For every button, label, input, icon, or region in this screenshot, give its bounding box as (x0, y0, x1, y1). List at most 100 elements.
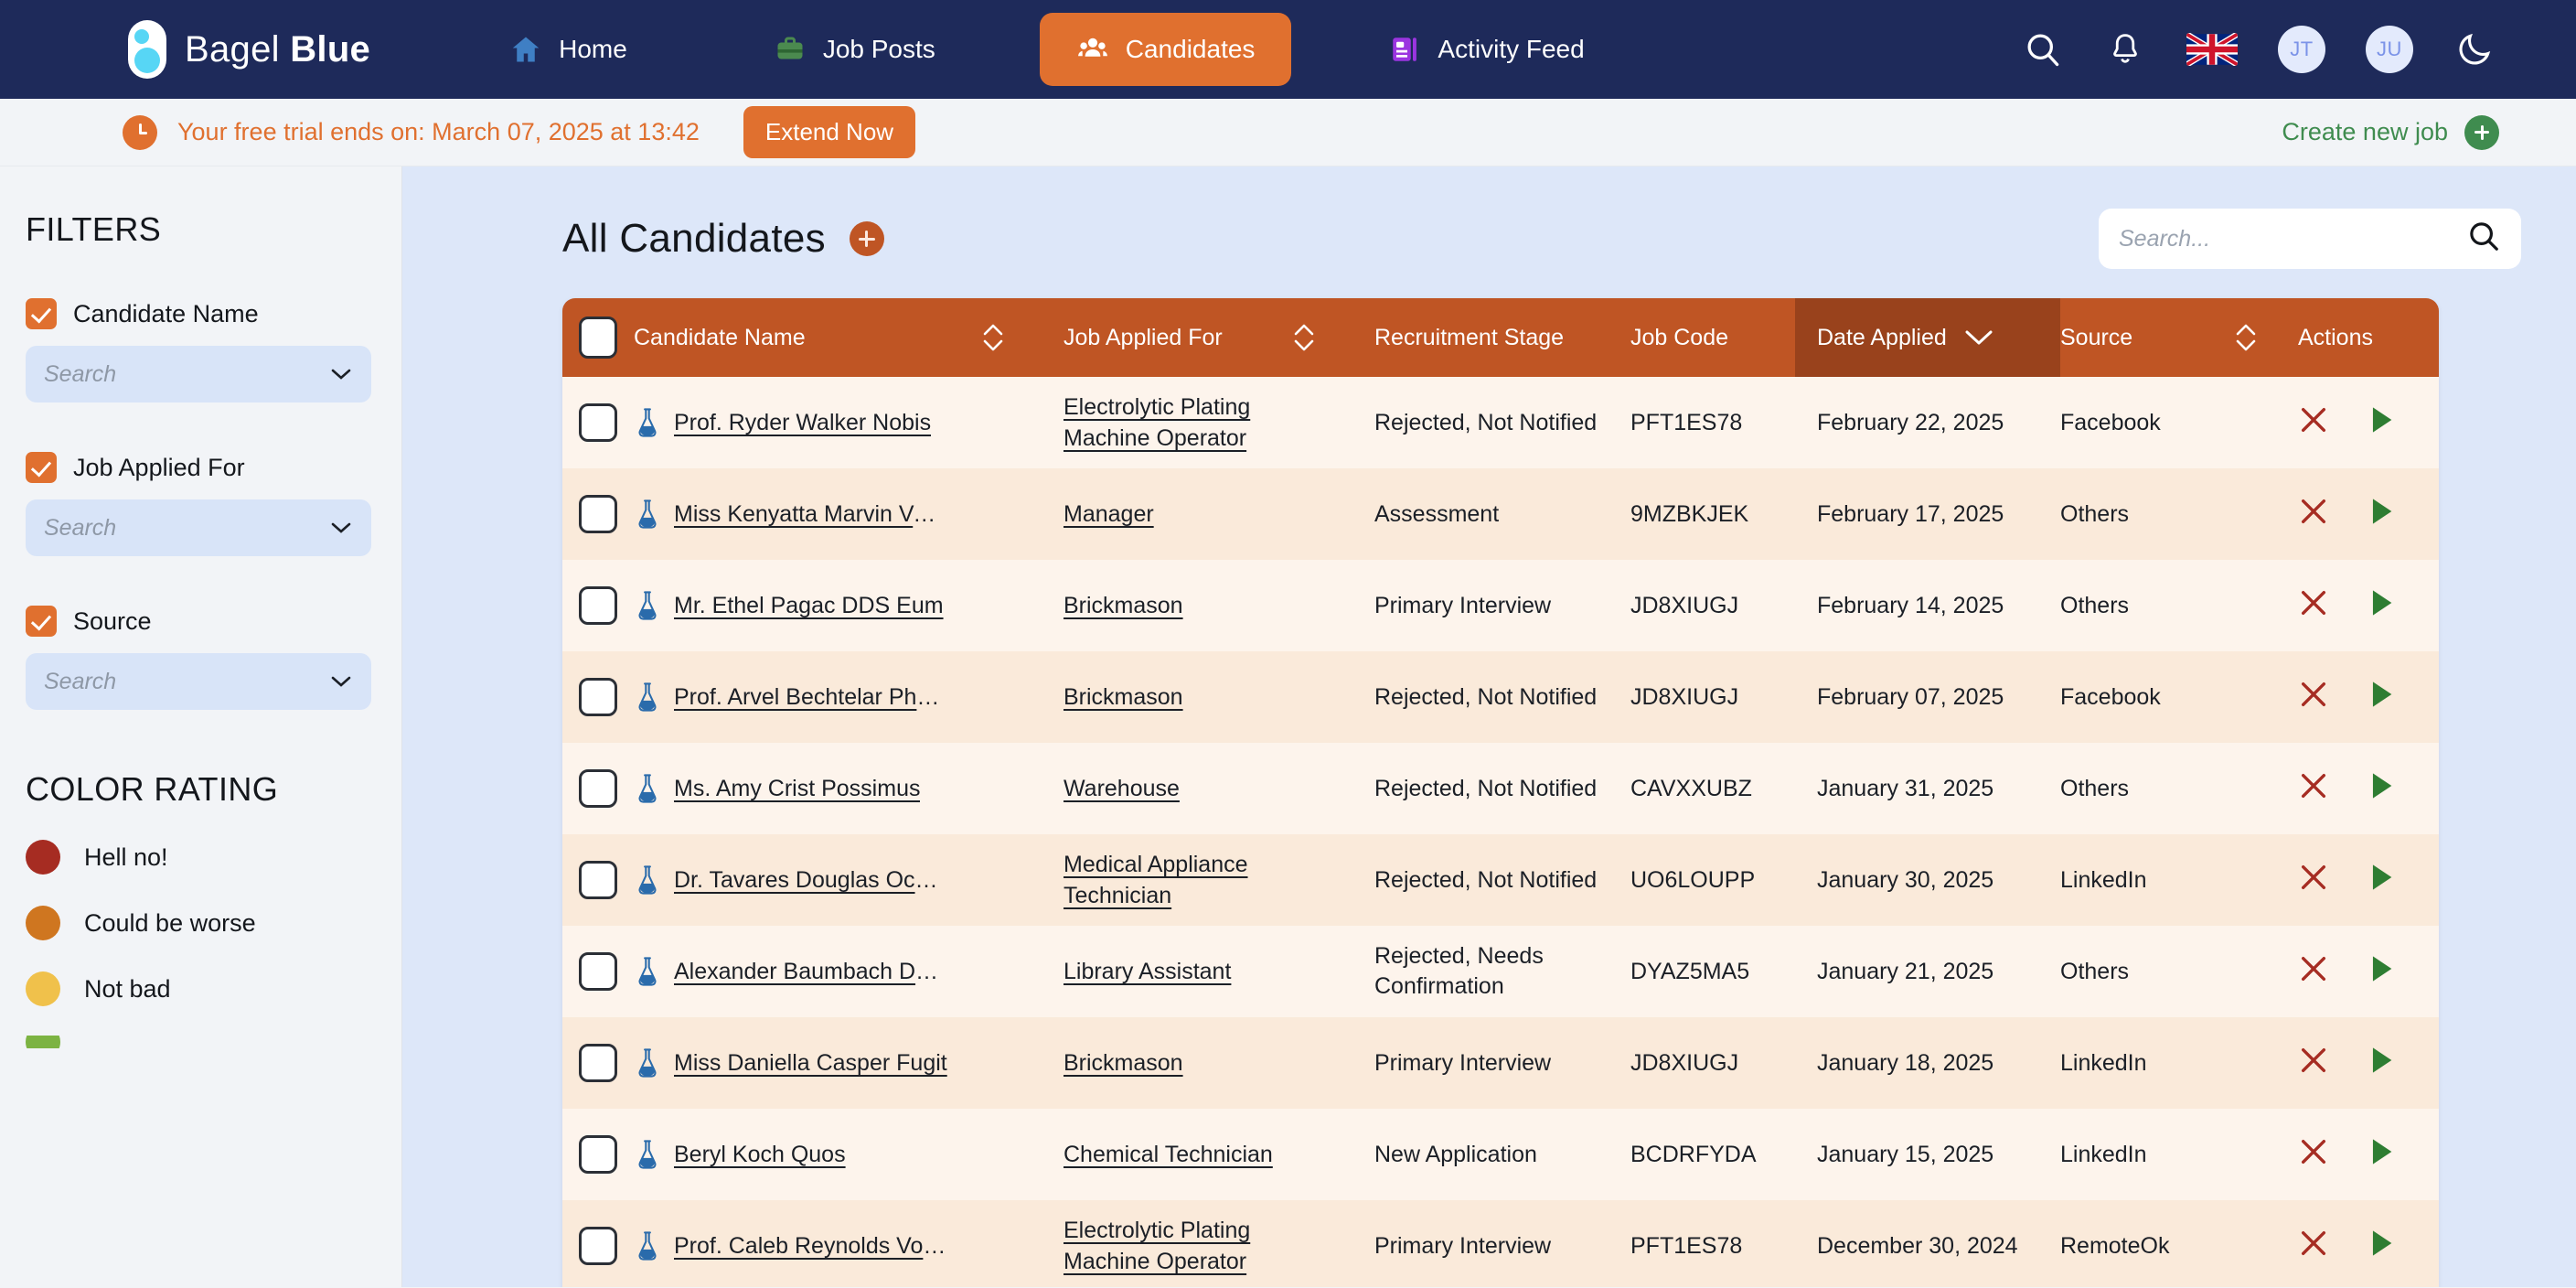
candidate-name-link[interactable]: Beryl Koch Quos (674, 1139, 846, 1170)
job-applied-for-link[interactable]: Brickmason (1064, 1047, 1183, 1079)
candidate-name-link[interactable]: Miss Kenyatta Marvin Volupt… (674, 499, 948, 530)
add-candidate-button[interactable] (849, 221, 884, 256)
filter-input-job-applied-for[interactable]: Search (26, 499, 371, 556)
search-icon[interactable] (2022, 28, 2064, 70)
candidate-name-link[interactable]: Miss Daniella Casper Fugit (674, 1047, 947, 1079)
column-header-source[interactable]: Source (2060, 298, 2234, 377)
row-checkbox[interactable] (562, 1017, 634, 1109)
reject-x-icon[interactable] (2298, 862, 2329, 899)
reject-x-icon[interactable] (2298, 770, 2329, 808)
reject-x-icon[interactable] (2298, 404, 2329, 442)
advance-play-icon[interactable] (2366, 953, 2397, 991)
table-row[interactable]: Prof. Caleb Reynolds Volupta… Electrolyti… (562, 1200, 2439, 1287)
table-row[interactable]: Ms. Amy Crist Possimus Warehouse Rejected,… (562, 743, 2439, 834)
reject-x-icon[interactable] (2298, 1228, 2329, 1265)
job-applied-for-link[interactable]: Chemical Technician (1064, 1139, 1273, 1170)
row-checkbox[interactable] (562, 468, 634, 560)
cell-recruitment-stage: New Application (1374, 1109, 1630, 1200)
reject-x-icon[interactable] (2298, 496, 2329, 533)
sort-candidate-name[interactable] (981, 298, 1064, 377)
advance-play-icon[interactable] (2366, 679, 2397, 716)
candidate-name-link[interactable]: Prof. Arvel Bechtelar PhD La… (674, 682, 948, 713)
avatar-jt[interactable]: JT (2278, 26, 2325, 73)
filter-checkbox-job-applied-for[interactable] (26, 452, 57, 483)
nav-item-home[interactable]: Home (478, 15, 658, 84)
nav-item-activity-feed[interactable]: Activity Feed (1357, 15, 1615, 84)
table-row[interactable]: Prof. Ryder Walker Nobis Electrolytic Pla… (562, 377, 2439, 468)
table-row[interactable]: Mr. Ethel Pagac DDS Eum Brickmason Primary… (562, 560, 2439, 651)
advance-play-icon[interactable] (2366, 1045, 2397, 1082)
notification-bell-icon[interactable] (2104, 28, 2146, 70)
advance-play-icon[interactable] (2366, 587, 2397, 625)
table-row[interactable]: Miss Daniella Casper Fugit Brickmason Prim… (562, 1017, 2439, 1109)
search-icon[interactable] (2466, 219, 2501, 260)
row-checkbox[interactable] (562, 1109, 634, 1200)
advance-play-icon[interactable] (2366, 1136, 2397, 1174)
candidate-name-link[interactable]: Dr. Tavares Douglas Occaecati (674, 864, 948, 896)
recruitment-stage-text: Primary Interview (1374, 1232, 1552, 1259)
job-applied-for-link[interactable]: Electrolytic Plating Machine Operator (1064, 392, 1276, 454)
table-row[interactable]: Dr. Tavares Douglas Occaecati Medical App… (562, 834, 2439, 926)
rating-item-could-be-worse[interactable]: Could be worse (26, 906, 401, 940)
job-applied-for-link[interactable]: Brickmason (1064, 590, 1183, 621)
candidate-name-link[interactable]: Mr. Ethel Pagac DDS Eum (674, 590, 944, 621)
job-applied-for-link[interactable]: Brickmason (1064, 682, 1183, 713)
reject-x-icon[interactable] (2298, 1136, 2329, 1174)
row-checkbox[interactable] (562, 560, 634, 651)
filter-input-candidate-name[interactable]: Search (26, 346, 371, 402)
table-row[interactable]: Beryl Koch Quos Chemical Technician New Ap… (562, 1109, 2439, 1200)
column-header-date-applied[interactable]: Date Applied (1795, 298, 2060, 377)
table-row[interactable]: Miss Kenyatta Marvin Volupt… Manager Asses… (562, 468, 2439, 560)
column-header-recruitment-stage[interactable]: Recruitment Stage (1374, 298, 1630, 377)
row-checkbox[interactable] (562, 1200, 634, 1287)
candidate-name-link[interactable]: Ms. Amy Crist Possimus (674, 773, 920, 804)
nav-item-candidates[interactable]: Candidates (1039, 13, 1292, 86)
moon-dark-mode-icon[interactable] (2453, 28, 2496, 70)
table-row[interactable]: Prof. Arvel Bechtelar PhD La… Brickmason R… (562, 651, 2439, 743)
date-applied-text: February 22, 2025 (1817, 409, 2004, 435)
advance-play-icon[interactable] (2366, 862, 2397, 899)
row-checkbox[interactable] (562, 834, 634, 926)
advance-play-icon[interactable] (2366, 1228, 2397, 1265)
job-applied-for-link[interactable]: Medical Appliance Technician (1064, 849, 1276, 911)
rating-item-green[interactable] (26, 1036, 401, 1048)
avatar-ju[interactable]: JU (2366, 26, 2413, 73)
column-header-job-applied-for[interactable]: Job Applied For (1064, 298, 1292, 377)
table-row[interactable]: Alexander Baumbach Dolore… Library Assist… (562, 926, 2439, 1017)
row-checkbox[interactable] (562, 743, 634, 834)
filter-input-source[interactable]: Search (26, 653, 371, 710)
job-applied-for-link[interactable]: Warehouse (1064, 773, 1180, 804)
rating-item-hell-no[interactable]: Hell no! (26, 840, 401, 875)
job-applied-for-link[interactable]: Electrolytic Plating Machine Operator (1064, 1215, 1276, 1277)
sort-job-applied-for[interactable] (1292, 298, 1374, 377)
row-checkbox[interactable] (562, 926, 634, 1017)
candidate-name-link[interactable]: Prof. Caleb Reynolds Volupta… (674, 1230, 948, 1261)
extend-now-button[interactable]: Extend Now (743, 106, 916, 158)
filter-checkbox-candidate-name[interactable] (26, 298, 57, 329)
select-all-checkbox[interactable] (562, 298, 634, 377)
uk-flag-icon[interactable] (2186, 33, 2238, 66)
filter-checkbox-source[interactable] (26, 606, 57, 637)
nav-item-job-posts[interactable]: Job Posts (743, 15, 967, 84)
brand-logo[interactable]: Bagel Blue (128, 20, 370, 79)
reject-x-icon[interactable] (2298, 679, 2329, 716)
search-input[interactable]: Search... (2099, 209, 2521, 269)
job-code-text: BCDRFYDA (1630, 1141, 1757, 1167)
rating-item-not-bad[interactable]: Not bad (26, 971, 401, 1006)
create-new-job-button[interactable]: Create new job (2282, 114, 2499, 150)
candidate-name-link[interactable]: Prof. Ryder Walker Nobis (674, 407, 931, 438)
column-header-candidate-name[interactable]: Candidate Name (634, 298, 981, 377)
candidate-name-link[interactable]: Alexander Baumbach Dolore… (674, 956, 948, 987)
advance-play-icon[interactable] (2366, 770, 2397, 808)
sort-source[interactable] (2234, 298, 2298, 377)
reject-x-icon[interactable] (2298, 953, 2329, 991)
job-applied-for-link[interactable]: Manager (1064, 499, 1154, 530)
job-applied-for-link[interactable]: Library Assistant (1064, 956, 1231, 987)
row-checkbox[interactable] (562, 377, 634, 468)
column-header-job-code[interactable]: Job Code (1630, 298, 1795, 377)
row-checkbox[interactable] (562, 651, 634, 743)
reject-x-icon[interactable] (2298, 587, 2329, 625)
reject-x-icon[interactable] (2298, 1045, 2329, 1082)
advance-play-icon[interactable] (2366, 496, 2397, 533)
advance-play-icon[interactable] (2366, 404, 2397, 442)
